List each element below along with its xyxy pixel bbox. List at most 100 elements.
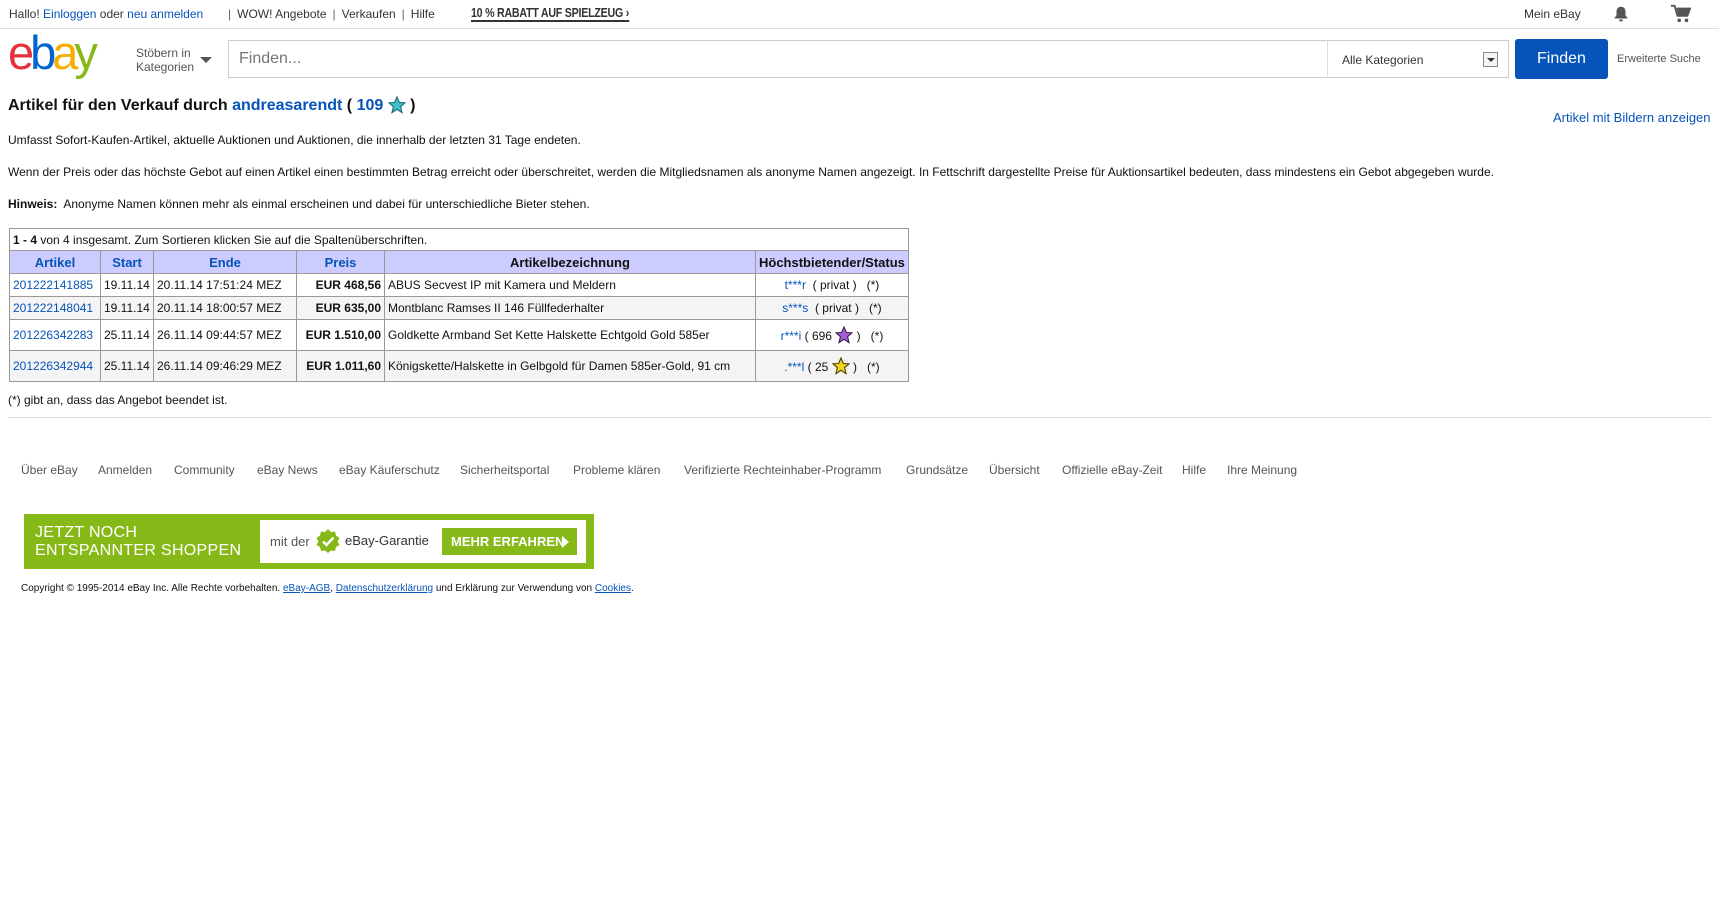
feedback-score-link[interactable]: 109 (357, 97, 384, 114)
sort-price-link[interactable]: Preis (325, 255, 357, 270)
footer-link-feedback[interactable]: Ihre Meinung (1227, 463, 1297, 477)
column-header-item[interactable]: Artikel (9, 250, 101, 274)
seller-link[interactable]: andreasarendt (232, 97, 342, 114)
ended-note: (*) gibt an, dass das Angebot beendet is… (8, 393, 228, 407)
guarantee-banner[interactable]: JETZT NOCH ENTSPANNTER SHOPPEN mit der e… (24, 514, 594, 569)
promo-link[interactable]: 10 % RABATT AUF SPIELZEUG › (471, 5, 629, 22)
sort-start-link[interactable]: Start (112, 255, 142, 270)
browse-line2: Kategorien (136, 60, 195, 74)
cookies-link[interactable]: Cookies (595, 583, 631, 594)
end-cell: 20.11.14 17:51:24 MEZ (153, 273, 297, 297)
shopping-cart-icon[interactable] (1670, 4, 1692, 24)
price-cell: EUR 635,00 (296, 296, 385, 320)
notification-bell-icon[interactable] (1612, 5, 1630, 23)
item-number-cell: 201222148041 (9, 296, 101, 320)
bidder-cell: .***l ( 25 ) (*) (755, 350, 909, 382)
footer-link-security[interactable]: Sicherheitsportal (460, 463, 549, 477)
item-number-link[interactable]: 201226342283 (13, 328, 93, 342)
result-count-text: von 4 insgesamt. Zum Sortieren klicken S… (40, 232, 428, 247)
my-ebay-link[interactable]: Mein eBay (1524, 7, 1581, 21)
hint-label: Hinweis: (8, 197, 58, 211)
column-header-end[interactable]: Ende (153, 250, 297, 274)
footer-link-news[interactable]: eBay News (257, 463, 318, 477)
terms-link[interactable]: eBay-AGB (283, 583, 330, 594)
item-number-link[interactable]: 201226342944 (13, 359, 93, 373)
caret-down-icon[interactable] (200, 57, 212, 63)
dropdown-arrow-icon[interactable] (1483, 52, 1498, 67)
footer-link-buyer-protection[interactable]: eBay Käuferschutz (339, 463, 440, 477)
banner-mit: mit der (270, 534, 310, 549)
bidder-cell: s***s ( privat ) (*) (755, 296, 909, 320)
bidder-info: ( privat ) (812, 278, 857, 292)
svg-text:ebay: ebay (8, 32, 98, 79)
divider (8, 417, 1711, 418)
privacy-link[interactable]: Datenschutzerklärung (336, 583, 433, 594)
column-header-price[interactable]: Preis (296, 250, 385, 274)
separator: | (401, 7, 405, 21)
search-input[interactable] (229, 41, 1329, 77)
bidder-score: 696 (811, 329, 832, 343)
item-number-link[interactable]: 201222148041 (13, 301, 93, 315)
separator: | (332, 7, 336, 21)
yellow-star-icon[interactable] (831, 357, 850, 375)
bidder-link[interactable]: s***s (782, 301, 808, 315)
footer-link-vero[interactable]: Verifizierte Rechteinhaber-Programm (684, 463, 881, 477)
login-link[interactable]: Einloggen (43, 7, 96, 21)
category-selected: Alle Kategorien (1342, 53, 1424, 67)
price-cell: EUR 468,56 (296, 273, 385, 297)
title-cell: Königskette/Halskette in Gelbgold für Da… (384, 350, 756, 382)
paren: ) (410, 97, 416, 114)
turquoise-star-icon[interactable] (387, 96, 406, 114)
title-cell: Goldkette Armband Set Kette Halskette Ec… (384, 319, 756, 351)
chevron-right-icon: › (625, 5, 630, 20)
column-header-start[interactable]: Start (100, 250, 154, 274)
title-cell: ABUS Secvest IP mit Kamera und Meldern (384, 273, 756, 297)
price-cell: EUR 1.510,00 (296, 319, 385, 351)
footer-link-signin[interactable]: Anmelden (98, 463, 152, 477)
table-row: 201226342283 25.11.14 26.11.14 09:44:57 … (9, 319, 909, 351)
sort-end-link[interactable]: Ende (209, 255, 241, 270)
category-select[interactable]: Alle Kategorien (1327, 40, 1509, 78)
status-ended: (*) (868, 301, 882, 315)
bidder-cell: t***r ( privat ) (*) (755, 273, 909, 297)
hint-text: Anonyme Namen können mehr als einmal ers… (63, 197, 590, 211)
banner-guarantee: eBay-Garantie (345, 533, 429, 548)
deals-link[interactable]: WOW! Angebote (237, 7, 326, 21)
banner-line1: JETZT NOCH (35, 524, 138, 541)
footer-link-resolve[interactable]: Probleme klären (573, 463, 660, 477)
hint: Hinweis: Anonyme Namen können mehr als e… (8, 197, 590, 211)
browse-categories[interactable]: Stöbern in Kategorien (136, 46, 194, 74)
bidder-link[interactable]: t***r (785, 278, 806, 292)
footer-link-policies[interactable]: Grundsätze (906, 463, 968, 477)
sort-item-link[interactable]: Artikel (35, 255, 75, 270)
show-pictures-link[interactable]: Artikel mit Bildern anzeigen (1553, 110, 1711, 125)
find-button[interactable]: Finden (1515, 39, 1608, 79)
table-row: 201222148041 19.11.14 20.11.14 18:00:57 … (9, 296, 909, 320)
footer-link-sitemap[interactable]: Übersicht (989, 463, 1040, 477)
paren: ( (807, 360, 812, 374)
end-cell: 20.11.14 18:00:57 MEZ (153, 296, 297, 320)
table-row: 201222141885 19.11.14 20.11.14 17:51:24 … (9, 273, 909, 297)
search-box (228, 40, 1329, 78)
learn-more-button[interactable]: MEHR ERFAHREN (442, 528, 577, 555)
separator: | (228, 7, 232, 21)
table-caption-row: 1 - 4 von 4 insgesamt. Zum Sortieren kli… (9, 228, 909, 251)
greeting: Hallo! Einloggen oder neu anmelden (9, 7, 203, 21)
sell-link[interactable]: Verkaufen (342, 7, 396, 21)
bidder-link[interactable]: r***i (781, 329, 802, 343)
register-link[interactable]: neu anmelden (127, 7, 203, 21)
bidder-score: 25 (814, 360, 829, 374)
footer-link-about[interactable]: Über eBay (21, 463, 78, 477)
help-link[interactable]: Hilfe (411, 7, 435, 21)
footer-link-help[interactable]: Hilfe (1182, 463, 1206, 477)
start-cell: 19.11.14 (100, 296, 154, 320)
footer-link-community[interactable]: Community (174, 463, 235, 477)
purple-star-icon[interactable] (835, 326, 854, 344)
advanced-search-link[interactable]: Erweiterte Suche (1617, 53, 1701, 65)
footer-link-official-time[interactable]: Offizielle eBay-Zeit (1062, 463, 1162, 477)
item-number-link[interactable]: 201222141885 (13, 278, 93, 292)
bidder-link[interactable]: .***l (784, 360, 804, 374)
ebay-logo[interactable]: ebay (8, 32, 126, 82)
banner-box: mit der eBay-Garantie MEHR ERFAHREN (260, 520, 586, 563)
comma: , (330, 583, 334, 594)
